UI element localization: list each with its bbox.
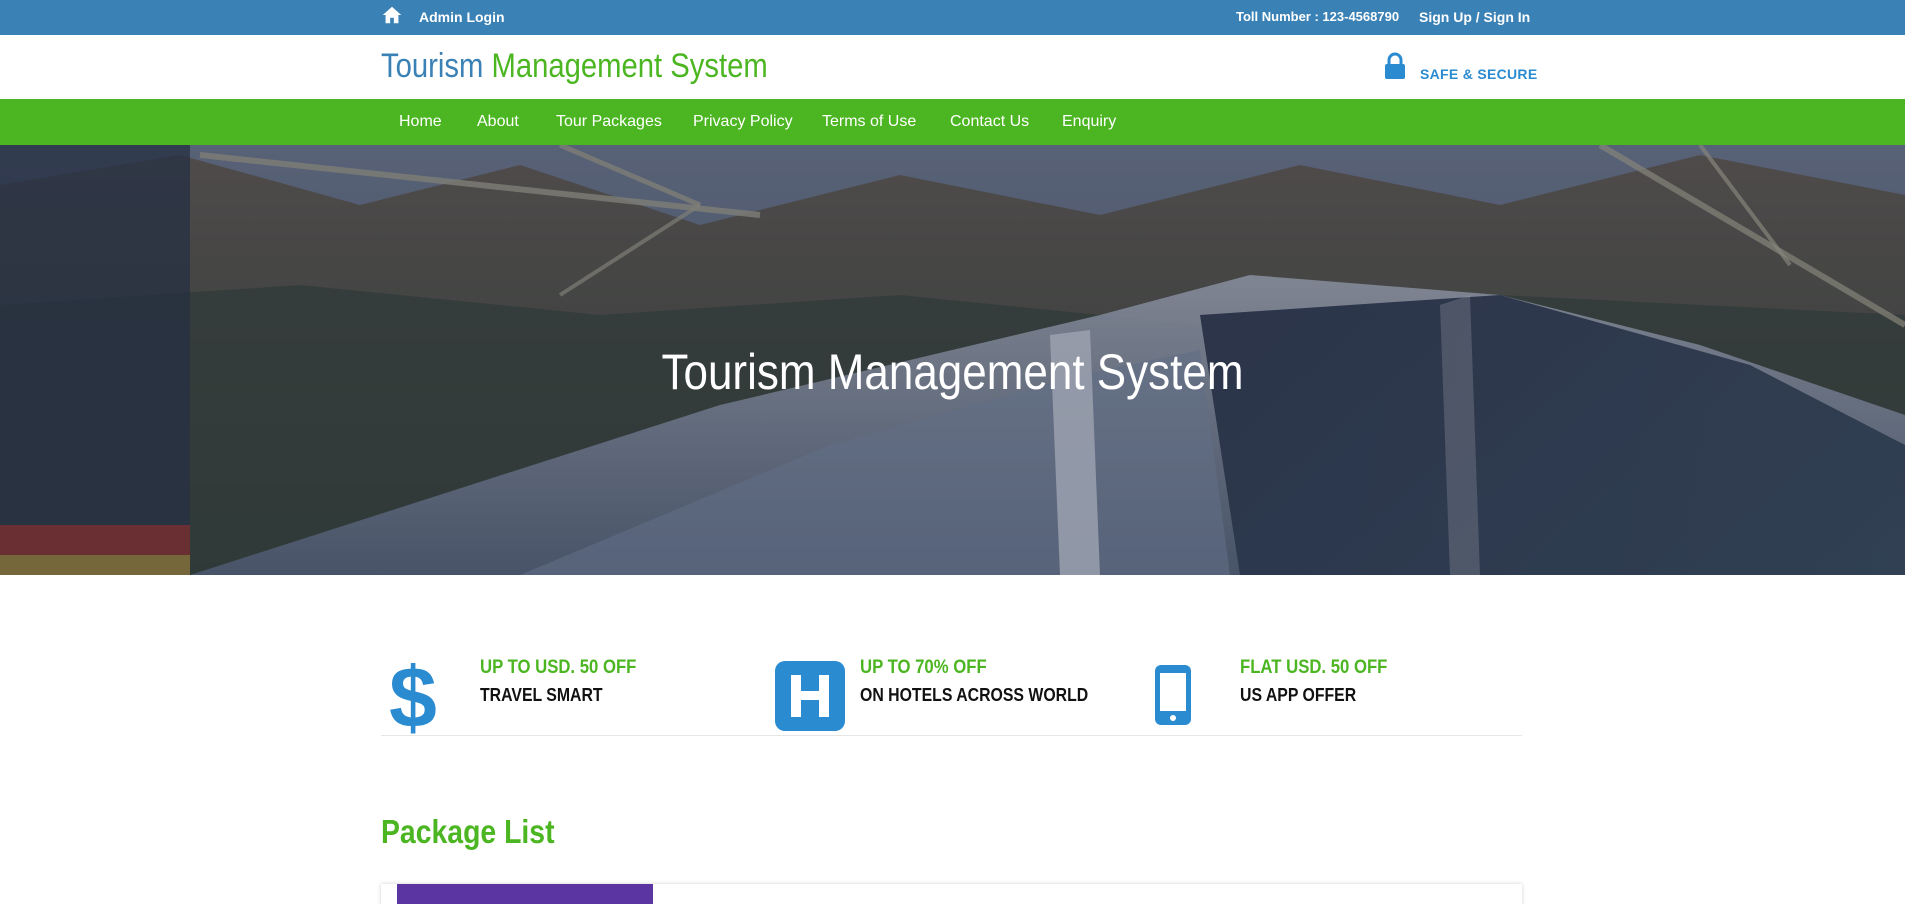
offer-travel-smart: $ UP TO USD. 50 OFF TRAVEL SMART xyxy=(381,655,751,737)
admin-login-link[interactable]: Admin Login xyxy=(419,9,505,25)
top-bar: Admin Login Toll Number : 123-4568790 Si… xyxy=(0,0,1905,35)
offer-title: UP TO USD. 50 OFF xyxy=(480,657,637,678)
toll-number: Toll Number : 123-4568790 xyxy=(1236,9,1400,24)
offer-subtitle: TRAVEL SMART xyxy=(480,685,603,705)
offer-title: UP TO 70% OFF xyxy=(860,657,987,678)
mobile-icon xyxy=(1155,665,1191,725)
hero-title: Tourism Management System xyxy=(661,344,1244,400)
nav-item-contact-us[interactable]: Contact Us xyxy=(950,113,1029,131)
offer-app: FLAT USD. 50 OFF US APP OFFER xyxy=(1153,655,1523,735)
nav-item-tour-packages[interactable]: Tour Packages xyxy=(556,113,662,131)
offer-title: FLAT USD. 50 OFF xyxy=(1240,657,1388,678)
signup-signin-link[interactable]: Sign Up / Sign In xyxy=(1419,9,1530,25)
dollar-icon: $ xyxy=(389,655,437,737)
brand-bar: Tourism Management System SAFE & SECURE xyxy=(0,35,1905,99)
package-card[interactable] xyxy=(381,884,1522,904)
nav-item-privacy-policy[interactable]: Privacy Policy xyxy=(693,113,793,131)
hero-banner: Tourism Management System xyxy=(0,145,1905,575)
nav-item-home[interactable]: Home xyxy=(399,113,442,131)
logo-part-2: Management System xyxy=(491,47,768,85)
offer-subtitle: ON HOTELS ACROSS WORLD xyxy=(860,685,1089,705)
hotel-icon xyxy=(775,661,845,731)
main-nav: Home About Tour Packages Privacy Policy … xyxy=(0,99,1905,145)
package-thumbnail[interactable] xyxy=(397,884,653,904)
offers-divider xyxy=(381,735,1522,736)
nav-item-terms-of-use[interactable]: Terms of Use xyxy=(822,113,916,131)
logo-part-1: Tourism xyxy=(381,47,484,85)
site-logo[interactable]: Tourism Management System xyxy=(381,47,768,86)
safe-secure-label: SAFE & SECURE xyxy=(1420,66,1538,82)
nav-item-enquiry[interactable]: Enquiry xyxy=(1062,113,1116,131)
offer-hotels: UP TO 70% OFF ON HOTELS ACROSS WORLD xyxy=(775,655,1135,735)
package-list-heading: Package List xyxy=(381,813,555,850)
home-icon[interactable] xyxy=(381,4,403,26)
lock-icon xyxy=(1385,52,1405,79)
svg-text:$: $ xyxy=(389,655,437,737)
offer-subtitle: US APP OFFER xyxy=(1240,685,1357,705)
nav-item-about[interactable]: About xyxy=(477,113,519,131)
